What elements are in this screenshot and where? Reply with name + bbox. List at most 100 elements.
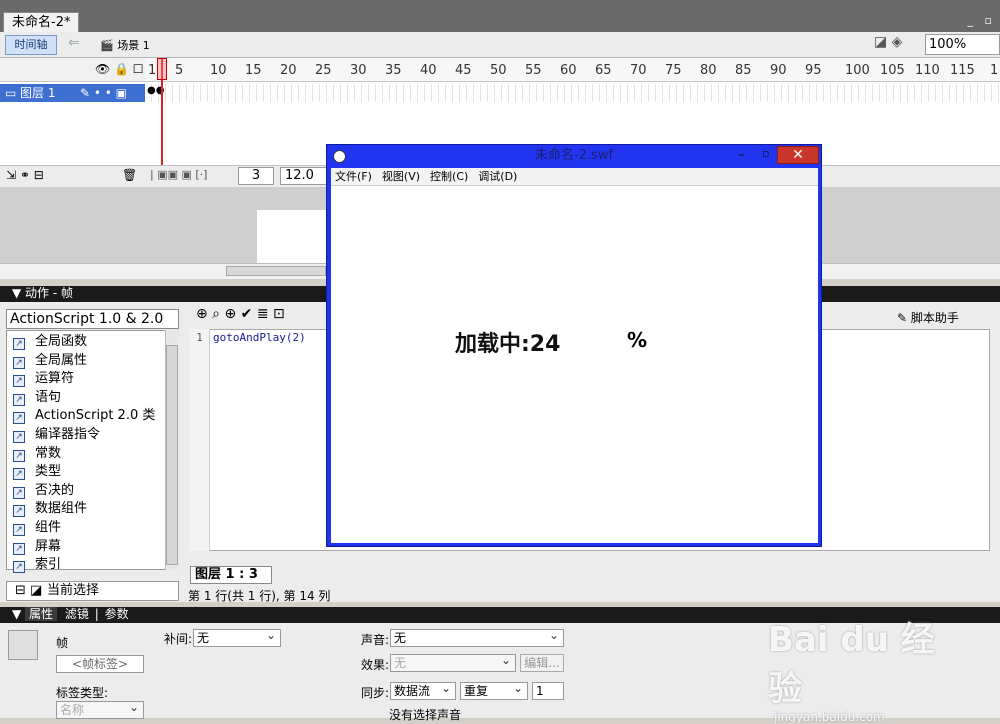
book-icon: ↗: [13, 393, 25, 406]
frame-rate-field[interactable]: 12.0 fp: [280, 167, 328, 185]
toolbox-item[interactable]: ↗ 数据组件: [13, 500, 87, 518]
maximize-icon[interactable]: ▫: [762, 147, 769, 160]
ruler-tick: 95: [805, 63, 822, 78]
ruler-tick: 20: [280, 63, 297, 78]
script-helper-button[interactable]: ✎ 脚本助手: [897, 309, 959, 326]
tween-select[interactable]: 无: [193, 627, 281, 647]
frame-ruler[interactable]: 1 5 10 15 20 25 30 35 40 45 50 55 60 65 70 75 80 85 90 95 10…: [145, 58, 1000, 82]
actions-toolbox-tree: ↗ 全局函数 ↗ 全局属性 ↗ 运算符 ↗ 语句 ↗ ActionScript 2.0 类 ↗ 编译器…: [6, 330, 179, 574]
swf-canvas: [331, 186, 818, 543]
ruler-tick: 110: [915, 63, 940, 78]
menu-file[interactable]: 文件(F): [335, 170, 372, 183]
minimize-icon[interactable]: –: [738, 147, 745, 163]
toolbox-item[interactable]: ↗ 否决的: [13, 482, 74, 500]
stage-canvas[interactable]: [257, 210, 327, 263]
timeline-toggle-button[interactable]: 时间轴: [5, 35, 57, 55]
onion-skin-icons[interactable]: | ▣▣ ▣ [·]: [150, 168, 207, 181]
book-icon: ↗: [13, 412, 25, 425]
ruler-tick: 1: [148, 63, 157, 78]
ruler-tick: 115: [950, 63, 975, 78]
scene-label: 场景 1: [117, 39, 150, 52]
edit-bar: [0, 32, 1000, 58]
swf-menu-bar: 文件(F) 视图(V) 控制(C) 调试(D): [331, 168, 818, 186]
toolbox-item[interactable]: ↗ 组件: [13, 519, 61, 537]
label-type-select[interactable]: 名称: [56, 699, 144, 719]
menu-control[interactable]: 控制(C): [430, 170, 468, 183]
add-layer-icons[interactable]: ⇲ ⚭ ⊟: [6, 168, 44, 182]
cursor-status: 第 1 行(共 1 行), 第 14 列: [188, 589, 331, 603]
tween-label: 补间:: [164, 632, 193, 646]
frames-row[interactable]: ●●: [145, 84, 1000, 102]
toolbox-item-label: 运算符: [35, 371, 75, 387]
current-selection-row[interactable]: ⊟ ◪ 当前选择: [6, 581, 179, 601]
tab-params[interactable]: 参数: [105, 607, 129, 621]
ruler-tick: 40: [420, 63, 437, 78]
frame-label-input[interactable]: <帧标签>: [56, 655, 144, 673]
toolbox-item[interactable]: ↗ 常数: [13, 445, 61, 463]
toolbox-item[interactable]: ↗ 类型: [13, 463, 61, 481]
toolbox-scroll-thumb[interactable]: [166, 345, 178, 565]
sync-select[interactable]: 数据流: [390, 680, 456, 700]
ruler-tick: 25: [315, 63, 332, 78]
trash-icon[interactable]: 🗑: [122, 168, 137, 182]
repeat-select[interactable]: 重复: [460, 680, 528, 700]
toolbox-item-label: 编译器指令: [35, 427, 101, 442]
ruler-tick: 80: [700, 63, 717, 78]
code-line[interactable]: gotoAndPlay(2): [213, 331, 306, 344]
effect-select[interactable]: 无: [390, 652, 516, 672]
close-icon[interactable]: ✕: [777, 146, 819, 164]
ruler-tick: 75: [665, 63, 682, 78]
wand-icon: ✎: [897, 311, 908, 325]
edit-symbol-icons[interactable]: ◪ ◈: [874, 34, 902, 50]
repeat-count-input[interactable]: 1: [532, 682, 564, 700]
window-controls[interactable]: _ ▫: [968, 14, 996, 27]
sound-select[interactable]: 无: [390, 627, 564, 647]
tab-properties[interactable]: 属性: [25, 607, 58, 621]
ruler-tick: 70: [630, 63, 647, 78]
toolbox-item[interactable]: ↗ 全局函数: [13, 333, 87, 351]
scroll-thumb[interactable]: [226, 266, 326, 276]
toolbox-item-label: 索引: [35, 557, 62, 573]
layer-name: 图层 1: [20, 86, 56, 100]
script-tab[interactable]: 图层 1 : 3: [190, 566, 272, 584]
toolbox-item[interactable]: ↗ 语句: [13, 389, 61, 407]
expand-icon[interactable]: ⊟ ◪: [15, 582, 42, 600]
layer-row[interactable]: ▭ 图层 1 ✎ • • ▣: [0, 84, 145, 102]
ruler-tick: 45: [455, 63, 472, 78]
scene-icon: 🎬: [100, 39, 114, 52]
back-arrow-icon[interactable]: ⇐: [68, 35, 80, 51]
document-tab[interactable]: 未命名-2*: [3, 12, 80, 32]
toolbox-item[interactable]: ↗ 索引: [13, 556, 61, 574]
frame-type-icon: [8, 630, 38, 660]
toolbox-item[interactable]: ↗ 屏幕: [13, 538, 61, 556]
ruler-tick: 35: [385, 63, 402, 78]
collapse-arrow-icon[interactable]: ▼: [12, 607, 25, 621]
book-icon: ↗: [13, 468, 25, 481]
ruler-tick: 5: [175, 63, 184, 78]
edit-button[interactable]: 编辑...: [520, 654, 564, 672]
script-tool-icons[interactable]: ⊕ ⌕ ⊕ ✔ ≣ ⊡: [196, 306, 285, 322]
toolbox-item[interactable]: ↗ 编译器指令: [13, 426, 100, 444]
tab-filters[interactable]: 滤镜: [65, 607, 89, 621]
menu-debug[interactable]: 调试(D): [478, 170, 517, 183]
toolbox-item[interactable]: ↗ 运算符: [13, 370, 74, 388]
toolbox-item-label: 语句: [35, 389, 62, 405]
ruler-tick: 10: [210, 63, 227, 78]
scene-breadcrumb[interactable]: 🎬 场景 1: [100, 37, 150, 53]
book-icon: ↗: [13, 375, 25, 388]
eye-lock-outline-icons[interactable]: 👁 🔒 ☐: [95, 62, 144, 76]
layer-icon: ▭: [5, 86, 17, 100]
swf-window-title: 未命名-2.swf: [534, 148, 614, 163]
playhead-handle[interactable]: [157, 58, 167, 80]
toolbox-item[interactable]: ↗ 全局属性: [13, 352, 87, 370]
ruler-tick: 30: [350, 63, 367, 78]
ruler-tick: 85: [735, 63, 752, 78]
ruler-tick: 1: [990, 63, 999, 78]
ruler-tick: 15: [245, 63, 262, 78]
current-frame-field[interactable]: 3: [238, 167, 274, 185]
loading-text: 加载中:24: [455, 332, 561, 357]
menu-view[interactable]: 视图(V): [382, 170, 420, 183]
actionscript-version-select[interactable]: ActionScript 1.0 & 2.0: [6, 309, 179, 329]
toolbox-item[interactable]: ↗ ActionScript 2.0 类: [13, 407, 155, 425]
zoom-combobox[interactable]: 100%: [925, 34, 1000, 55]
